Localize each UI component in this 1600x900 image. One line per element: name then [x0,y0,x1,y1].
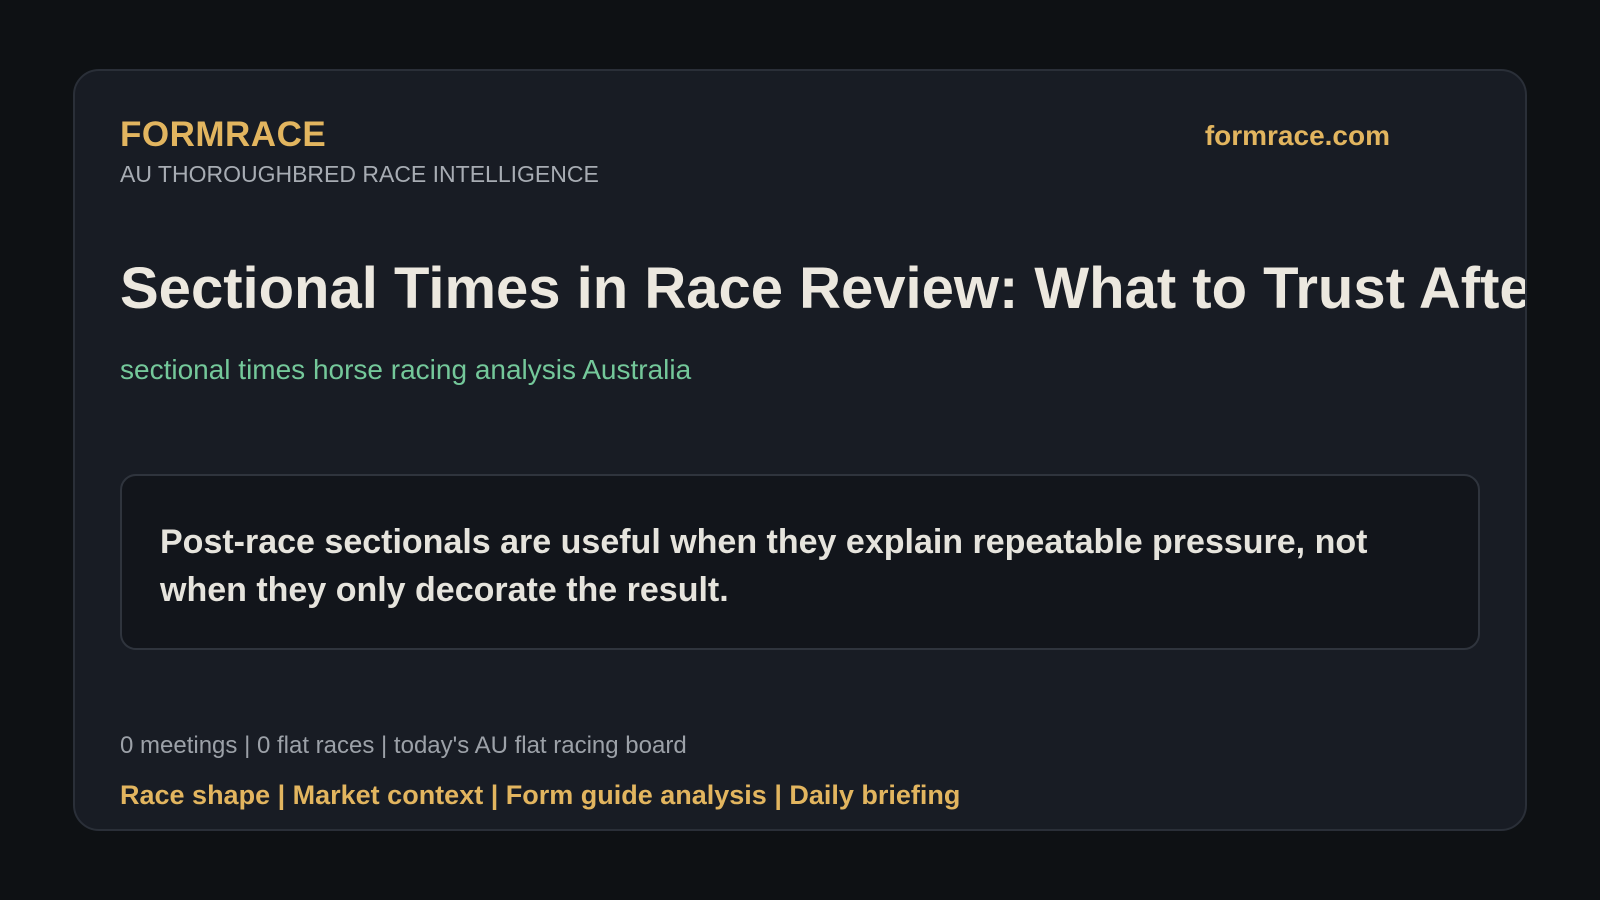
site-domain: formrace.com [1204,120,1390,151]
racing-stats: 0 meetings | 0 flat races | today's AU f… [120,732,687,759]
brand-tagline: AU THOROUGHBRED RACE INTELLIGENCE [120,161,599,187]
topic-links: Race shape | Market context | Form guide… [120,780,961,810]
article-headline: Sectional Times in Race Review: What to … [120,256,1525,321]
article-keyword: sectional times horse racing analysis Au… [120,354,692,385]
quote-box: Post-race sectionals are useful when the… [120,474,1480,650]
quote-text: Post-race sectionals are useful when the… [160,523,1368,609]
brand-logo: FORMRACE [120,115,327,154]
share-card: FORMRACE AU THOROUGHBRED RACE INTELLIGEN… [73,69,1527,831]
